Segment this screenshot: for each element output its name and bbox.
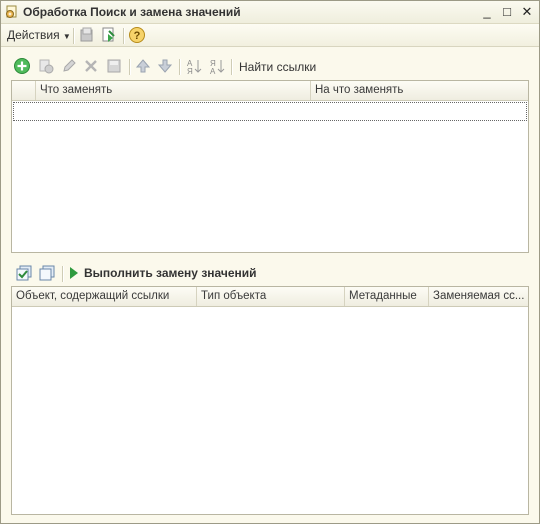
results-toolbar: Выполнить замену значений [1,263,539,285]
row-marker-column [12,81,36,100]
check-all-icon[interactable] [15,264,33,282]
window-title: Обработка Поиск и замена значений [23,5,241,19]
add-icon[interactable] [13,57,31,75]
main-toolbar: Действия ▼ ? [1,24,539,47]
replace-table[interactable]: Что заменять На что заменять [11,80,529,253]
help-icon[interactable]: ? [128,26,146,44]
toolbar-separator [62,266,64,282]
load-settings-icon[interactable] [78,26,96,44]
title-bar: Обработка Поиск и замена значений _ □ ✕ [1,1,539,24]
toolbar-separator [231,59,233,75]
actions-menu-label: Действия [7,28,60,42]
sort-descending-icon[interactable]: Я A [208,57,226,75]
end-edit-icon[interactable] [105,57,123,75]
svg-text:Я: Я [187,67,193,75]
replace-table-toolbar: A Я Я A Найти ссылки [1,54,539,78]
column-header-object[interactable]: Объект, содержащий ссылки [12,287,197,306]
toolbar-separator [129,59,131,75]
uncheck-all-icon[interactable] [38,264,56,282]
main-window: Обработка Поиск и замена значений _ □ ✕ … [0,0,540,524]
edit-icon[interactable] [60,57,78,75]
column-header-object-type[interactable]: Тип объекта [197,287,345,306]
play-icon [70,267,78,279]
table-row[interactable] [13,102,527,121]
replace-table-header: Что заменять На что заменять [12,81,528,101]
svg-text:?: ? [134,30,141,42]
column-header-with-what[interactable]: На что заменять [311,81,528,100]
find-links-button[interactable]: Найти ссылки [239,60,316,74]
processing-icon [6,5,17,18]
save-settings-icon[interactable] [100,26,118,44]
column-header-replaced-ref[interactable]: Заменяемая сс... [429,287,528,306]
move-down-icon[interactable] [156,57,174,75]
actions-menu[interactable]: Действия ▼ [7,27,71,43]
sort-ascending-icon[interactable]: A Я [185,57,203,75]
copy-icon[interactable] [37,57,55,75]
column-header-what[interactable]: Что заменять [36,81,311,100]
maximize-button[interactable]: □ [499,4,515,20]
dropdown-arrow-icon: ▼ [62,32,71,41]
minimize-button[interactable]: _ [479,4,495,20]
svg-text:A: A [210,67,216,75]
results-table[interactable]: Объект, содержащий ссылки Тип объекта Ме… [11,286,529,515]
move-up-icon[interactable] [134,57,152,75]
toolbar-separator [179,59,181,75]
column-header-metadata[interactable]: Метаданные [345,287,429,306]
run-replace-label: Выполнить замену значений [84,266,257,280]
toolbar-separator [123,28,125,44]
results-table-header: Объект, содержащий ссылки Тип объекта Ме… [12,287,528,307]
delete-icon[interactable] [82,57,100,75]
toolbar-separator [73,28,75,44]
close-button[interactable]: ✕ [519,4,535,20]
